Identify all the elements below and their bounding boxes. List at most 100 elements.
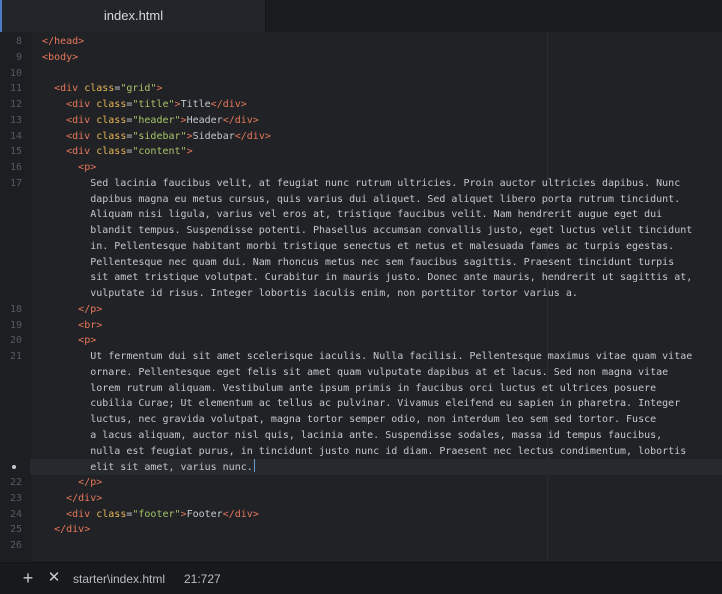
code-line[interactable]: sit amet tristique volutpat. Curabitur i… [30,270,692,286]
text-content [30,52,42,63]
code-line[interactable]: Ut fermentum dui sit amet scelerisque ia… [30,349,692,365]
paragraph-text: a lacus aliquam, auctor nisl quis, lacin… [30,429,663,441]
html-tag: <div [54,83,85,95]
line-number-gutter: 8 9 10 11 12 13 14 15 16 17 18 19 20 21 22 23 24 25 26 [0,32,31,561]
code-line[interactable]: <div class="sidebar">Sidebar</div> [30,129,271,145]
code-line[interactable]: <br> [30,318,102,334]
line-number: 12 [9,99,22,110]
code-line[interactable]: <div class="title">Title</div> [30,97,247,113]
attribute-name: class [84,83,115,95]
attribute-name: class [96,130,127,142]
text-content [30,320,78,331]
code-line[interactable]: dapibus magna eu metus cursus, quis vari… [30,192,680,208]
html-tag: </p> [78,303,103,315]
html-tag: </head> [42,36,85,47]
attribute-value: "content" [132,146,187,158]
code-line[interactable]: cubilia Curae; Ut elementum ac tellus ac… [30,396,680,412]
text-content: Header [186,114,223,126]
code-line[interactable]: <p> [30,333,96,349]
code-line[interactable]: <div class="footer">Footer</div> [30,507,259,523]
paragraph-text: blandit tempus. Suspendisse potenti. Pha… [30,225,693,236]
code-line[interactable]: <div class="header">Header</div> [30,113,259,129]
attribute-name: class [96,146,127,158]
text-content: Title [180,99,211,110]
paragraph-text: Sed lacinia faucibus velit, at feugiat n… [30,177,681,189]
html-tag: </p> [78,477,103,488]
paragraph-text: sit amet tristique volutpat. Curabitur i… [30,272,693,284]
attribute-value: "footer" [132,508,181,520]
text-content [30,509,66,520]
code-line[interactable]: <p> [30,160,96,176]
code-line[interactable]: </p> [30,302,102,318]
code-line[interactable]: </p> [30,475,102,491]
code-line[interactable]: </head> [30,34,84,50]
html-tag: <div [66,99,97,110]
text-content: Sidebar [192,130,235,142]
html-tag: <div [66,508,97,520]
text-content [30,524,54,535]
line-number: 26 [9,540,22,551]
html-tag: <br> [78,319,103,331]
line-number: 21 [9,351,22,362]
cursor-position[interactable]: 21:727 [184,572,221,586]
code-editor[interactable]: 8 9 10 11 12 13 14 15 16 17 18 19 20 21 22 23 24 25 26 </h… [0,32,722,561]
line-number: 25 [9,524,22,536]
code-line[interactable]: a lacus aliquam, auctor nisl quis, lacin… [30,428,662,444]
line-number: 23 [9,492,22,504]
text-content [30,304,78,315]
paragraph-text: lorem rutrum aliquam. Vestibulum ante ip… [30,382,657,394]
line-number: 19 [9,319,22,331]
html-tag: > [156,83,163,95]
line-number: 13 [9,114,22,126]
editor-window: index.html 8 9 10 11 12 13 14 15 16 17 18 19 20 21 22 2… [0,0,722,594]
code-line[interactable]: elit sit amet, varius nunc. [30,459,255,475]
line-number: 17 [9,177,22,189]
tab-index-html[interactable]: index.html [0,0,266,32]
line-number: 24 [9,508,22,520]
line-number: 18 [9,303,22,315]
paragraph-text: luctus, nec gravida volutpat, magna tort… [30,414,657,425]
code-line[interactable]: in. Pellentesque habitant morbi tristiqu… [30,239,674,255]
line-number: 22 [9,477,22,488]
code-line[interactable]: nulla est feugiat purus, in tincidunt ju… [30,444,686,460]
attribute-name: class [96,508,127,520]
text-content [30,335,78,346]
line-number: 9 [15,51,22,63]
attribute-name: class [96,99,127,110]
html-tag: </div> [210,99,247,110]
file-path[interactable]: starter\index.html [73,572,165,586]
code-area[interactable]: </head> <body> <div class="grid"> <div c… [30,32,722,561]
text-content [30,131,66,142]
code-line[interactable]: luctus, nec gravida volutpat, magna tort… [30,412,656,428]
html-tag: <div [66,146,97,158]
text-content [30,162,78,173]
code-line[interactable]: </div> [30,491,102,507]
html-tag: </div> [222,508,259,520]
code-line[interactable]: </div> [30,522,90,538]
attribute-value: "sidebar" [132,130,187,142]
code-line[interactable]: blandit tempus. Suspendisse potenti. Pha… [30,223,692,239]
code-line[interactable]: Sed lacinia faucibus velit, at feugiat n… [30,176,680,192]
code-line[interactable]: <body> [30,50,78,66]
line-number: 15 [9,146,22,158]
line-number: 16 [9,162,22,173]
html-tag: <body> [42,51,79,63]
line-number: 14 [9,130,22,142]
code-line[interactable]: Aliquam nisi ligula, varius vel eros at,… [30,207,662,223]
html-tag: </div> [222,114,259,126]
plus-icon[interactable]: + [20,569,36,587]
code-line[interactable]: <div class="grid"> [30,81,163,97]
paragraph-text: vulputate id risus. Integer lobortis iac… [30,288,578,299]
code-line[interactable]: <div class="content"> [30,144,193,160]
paragraph-text: Aliquam nisi ligula, varius vel eros at,… [30,209,663,221]
code-line[interactable]: vulputate id risus. Integer lobortis iac… [30,286,578,302]
text-content [30,36,42,47]
close-icon[interactable]: ✕ [46,570,62,586]
code-line[interactable]: ornare. Pellentesque eget felis sit amet… [30,365,668,381]
html-tag: <p> [78,162,97,173]
html-tag: > [186,146,193,158]
paragraph-text: elit sit amet, varius nunc. [30,462,253,474]
code-line[interactable]: Pellentesque nec quam dui. Nam rhoncus m… [30,255,674,271]
paragraph-text: Ut fermentum dui sit amet scelerisque ia… [30,351,693,362]
code-line[interactable]: lorem rutrum aliquam. Vestibulum ante ip… [30,381,656,397]
